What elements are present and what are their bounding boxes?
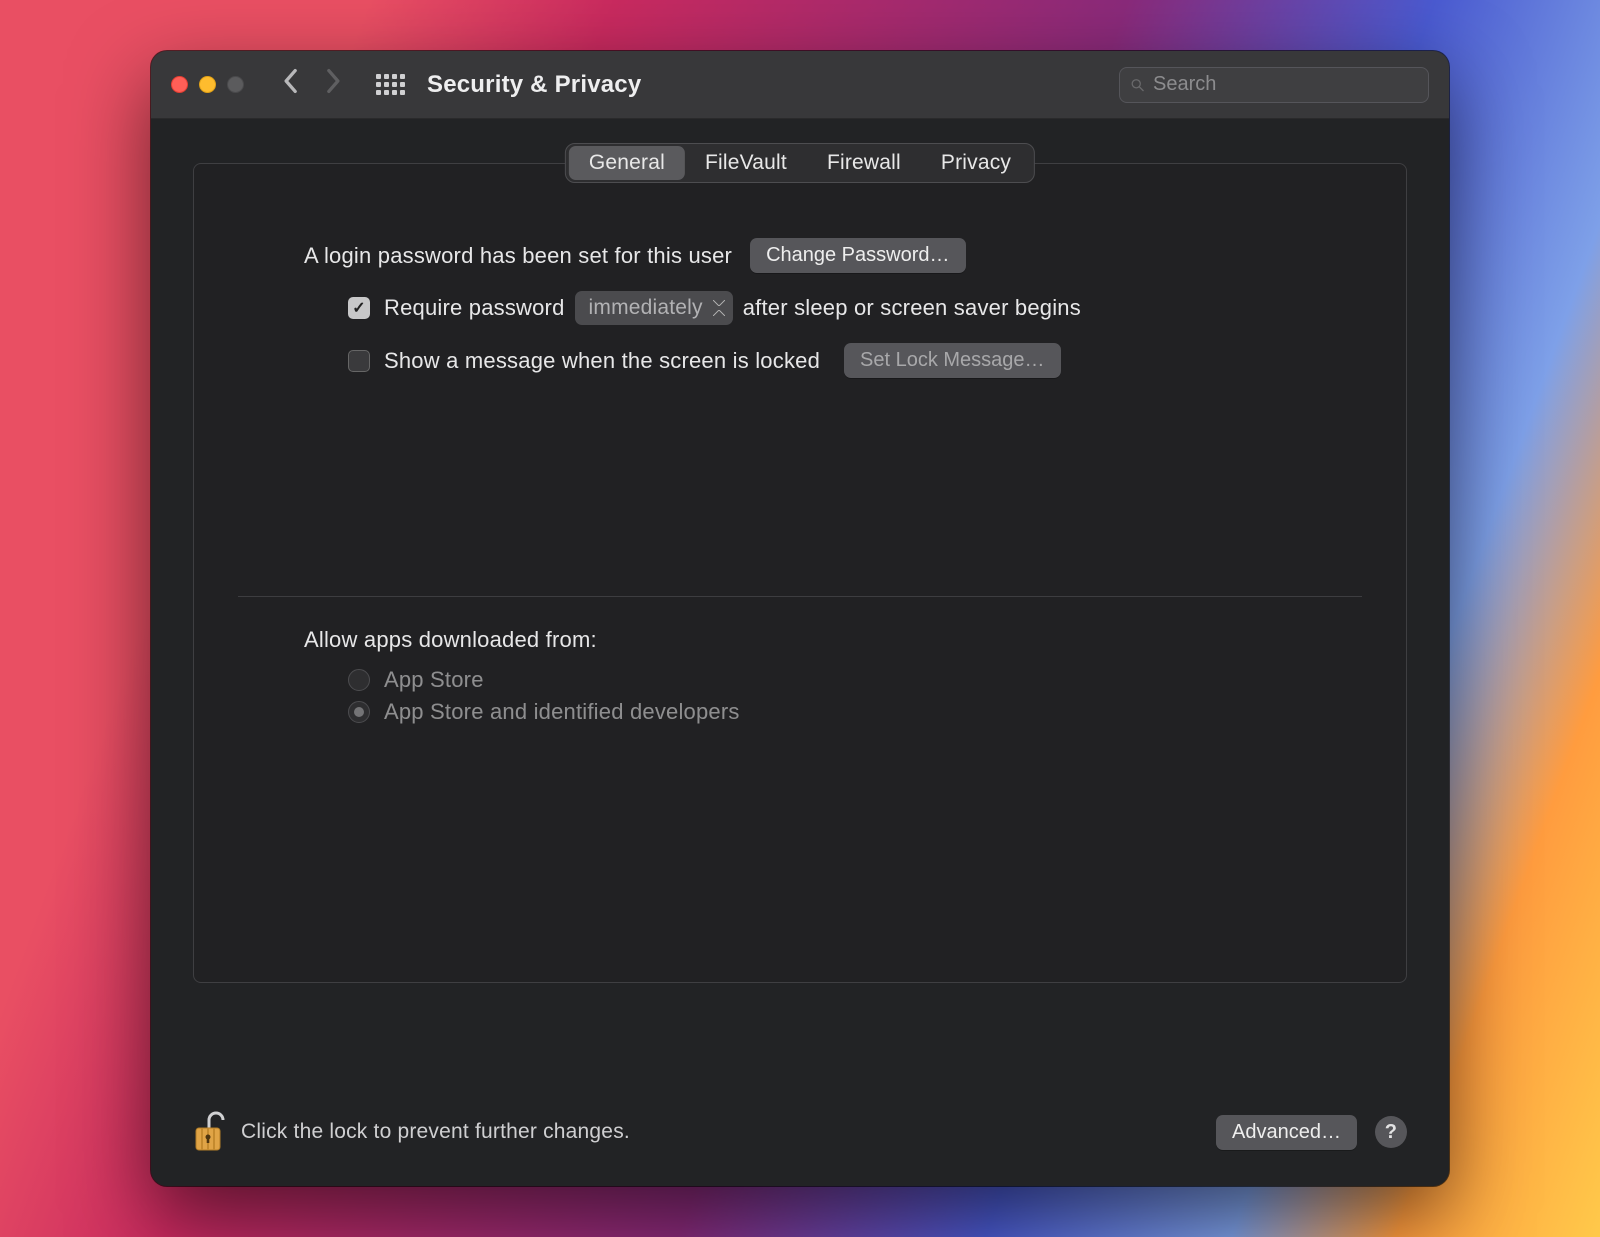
- tab-firewall[interactable]: Firewall: [807, 146, 921, 180]
- window-title: Security & Privacy: [427, 71, 641, 99]
- lock-button[interactable]: Click the lock to prevent further change…: [191, 1110, 630, 1154]
- zoom-button: [227, 76, 244, 93]
- require-password-label-before: Require password: [384, 295, 565, 321]
- lock-message-label: Show a message when the screen is locked: [384, 348, 820, 374]
- tab-general[interactable]: General: [569, 146, 685, 180]
- change-password-button[interactable]: Change Password…: [750, 238, 965, 273]
- back-button[interactable]: [282, 68, 298, 101]
- minimize-button[interactable]: [199, 76, 216, 93]
- require-password-label-after: after sleep or screen saver begins: [743, 295, 1081, 321]
- allow-apps-option-identified: App Store and identified developers: [304, 699, 1318, 725]
- tab-privacy[interactable]: Privacy: [921, 146, 1031, 180]
- unlocked-lock-icon: [191, 1110, 227, 1154]
- tab-filevault[interactable]: FileVault: [685, 146, 807, 180]
- radio-appstore: [348, 669, 370, 691]
- require-password-checkbox[interactable]: [348, 297, 370, 319]
- login-password-text: A login password has been set for this u…: [304, 243, 732, 269]
- footer: Click the lock to prevent further change…: [151, 1092, 1449, 1186]
- radio-appstore-label: App Store: [384, 667, 484, 693]
- nav-arrows: [282, 68, 342, 101]
- allow-apps-option-appstore: App Store: [304, 667, 1318, 693]
- preferences-window: Security & Privacy General FileVault Fir…: [151, 51, 1449, 1186]
- radio-identified: [348, 701, 370, 723]
- advanced-button[interactable]: Advanced…: [1216, 1115, 1357, 1150]
- lock-text: Click the lock to prevent further change…: [241, 1120, 630, 1144]
- show-all-button[interactable]: [376, 74, 405, 95]
- search-field-wrap[interactable]: [1119, 67, 1429, 103]
- allow-apps-heading: Allow apps downloaded from:: [304, 627, 1318, 653]
- forward-button: [326, 68, 342, 101]
- set-lock-message-button[interactable]: Set Lock Message…: [844, 343, 1061, 378]
- require-password-delay-select[interactable]: immediately: [575, 291, 733, 325]
- close-button[interactable]: [171, 76, 188, 93]
- lock-message-checkbox[interactable]: [348, 350, 370, 372]
- titlebar: Security & Privacy: [151, 51, 1449, 119]
- tab-bar: General FileVault Firewall Privacy: [565, 143, 1035, 183]
- general-panel: A login password has been set for this u…: [193, 163, 1407, 983]
- radio-identified-label: App Store and identified developers: [384, 699, 740, 725]
- search-icon: [1130, 76, 1145, 94]
- help-button[interactable]: ?: [1375, 1116, 1407, 1148]
- search-input[interactable]: [1153, 73, 1418, 96]
- window-controls: [171, 76, 244, 93]
